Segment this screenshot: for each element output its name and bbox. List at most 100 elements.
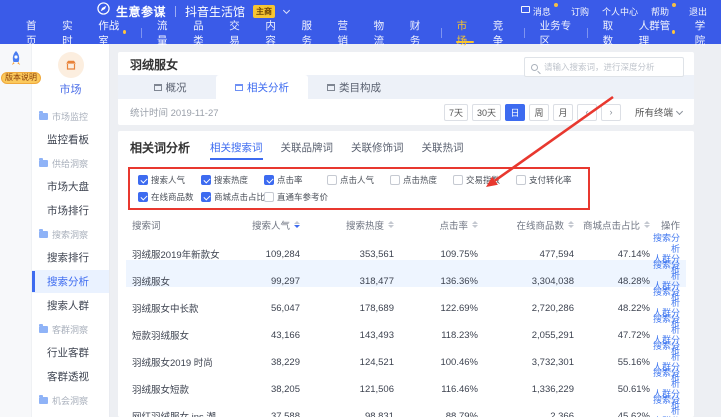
action-link[interactable]: 搜索分析	[650, 314, 680, 335]
nav-separator	[524, 28, 525, 38]
nav-item-1[interactable]: 实时	[52, 22, 88, 44]
checkbox-icon[interactable]	[390, 175, 400, 185]
checkbox-checked-icon[interactable]	[138, 175, 148, 185]
date-button-1[interactable]: 30天	[472, 104, 501, 121]
metric-checkbox[interactable]: 点击率	[264, 174, 327, 186]
sidebar-item[interactable]: 监控看板	[32, 128, 109, 151]
sidebar-group-3[interactable]: 客群洞察	[32, 318, 109, 340]
sidebar-item[interactable]: 市场大盘	[32, 175, 109, 198]
nav-item-4[interactable]: 品类	[183, 22, 219, 44]
section-tab-3[interactable]: 关联热词	[422, 140, 464, 159]
sidebar-group-0[interactable]: 市场监控	[32, 105, 109, 127]
checkbox-icon[interactable]	[264, 192, 274, 202]
stat-row: 统计时间 2019-11-27 7天30天日周月‹› 所有终端	[118, 99, 694, 125]
account-item-0[interactable]: 消息	[521, 5, 558, 18]
sidebar-item[interactable]: 搜索人群	[32, 294, 109, 317]
action-link[interactable]: 搜索分析	[650, 368, 680, 389]
prev-page-button[interactable]: ‹	[577, 104, 597, 121]
nav-item-2[interactable]: 作战室	[88, 22, 136, 44]
metric-checkbox[interactable]: 搜索人气	[138, 174, 201, 186]
action-link[interactable]: 搜索分析	[650, 287, 680, 308]
metric-checkbox[interactable]: 商城点击占比	[201, 191, 264, 203]
keyword-tab-0[interactable]: 概况	[124, 75, 216, 99]
cell-value: 98,831	[300, 411, 394, 417]
action-link[interactable]: 搜索分析	[650, 260, 680, 281]
action-link[interactable]: 搜索分析	[650, 341, 680, 362]
column-header-5[interactable]: 商城点击占比	[574, 218, 650, 232]
sidebar-item[interactable]: 客群透视	[32, 365, 109, 388]
metric-checkbox[interactable]: 点击人气	[327, 174, 390, 186]
nav-item-16[interactable]: 学院	[685, 22, 721, 44]
nav-item-12[interactable]: 竞争	[483, 22, 519, 44]
nav-item-8[interactable]: 营销	[328, 22, 364, 44]
chevron-down-icon[interactable]	[283, 6, 290, 13]
cell-value: 3,304,038	[478, 276, 574, 287]
account-menu: 消息订购个人中心帮助退出	[521, 5, 707, 18]
terminal-filter[interactable]: 所有终端	[635, 105, 682, 119]
sidebar-group-2[interactable]: 搜索洞察	[32, 223, 109, 245]
metric-checkbox[interactable]: 在线商品数	[138, 191, 201, 203]
store-name[interactable]: 抖音生活馆	[185, 3, 245, 20]
metric-checkbox[interactable]: 交易指数	[453, 174, 516, 186]
nav-item-11[interactable]: 市场	[447, 22, 483, 44]
keyword-tab-1[interactable]: 相关分析	[216, 75, 308, 99]
version-badge[interactable]: 版本说明	[1, 72, 41, 84]
cell-keyword: 短款羽绒服女	[132, 328, 238, 342]
date-button-2[interactable]: 日	[505, 104, 525, 121]
sidebar-item[interactable]: 行业客群	[32, 341, 109, 364]
section-title: 相关词分析	[130, 139, 190, 156]
nav-item-5[interactable]: 交易	[219, 22, 255, 44]
next-page-button[interactable]: ›	[601, 104, 621, 121]
account-item-3[interactable]: 帮助	[651, 5, 676, 18]
metric-checkbox[interactable]: 支付转化率	[516, 174, 572, 186]
section-tab-1[interactable]: 关联品牌词	[281, 140, 334, 159]
cell-value: 1,336,229	[478, 384, 574, 395]
checkbox-checked-icon[interactable]	[201, 192, 211, 202]
brand-divider	[175, 6, 176, 17]
column-header-4[interactable]: 在线商品数	[478, 218, 574, 232]
sidebar-item[interactable]: 属性洞察	[32, 412, 109, 417]
nav-item-13[interactable]: 业务专区	[530, 22, 582, 44]
nav-item-10[interactable]: 财务	[400, 22, 436, 44]
section-tab-0[interactable]: 相关搜索词	[210, 140, 263, 159]
keyword-tab-2[interactable]: 类目构成	[308, 75, 400, 99]
nav-item-6[interactable]: 内容	[255, 22, 291, 44]
checkbox-checked-icon[interactable]	[264, 175, 274, 185]
table-row: 羽绒服女短款38,205121,506116.46%1,336,22950.61…	[126, 368, 686, 395]
date-button-3[interactable]: 周	[529, 104, 549, 121]
sidebar-item[interactable]: 市场排行	[32, 199, 109, 222]
checkbox-checked-icon[interactable]	[138, 192, 148, 202]
nav-item-0[interactable]: 首页	[16, 22, 52, 44]
sidebar-item[interactable]: 搜索分析	[32, 270, 109, 293]
nav-item-15[interactable]: 人群管理	[629, 22, 685, 44]
nav-item-7[interactable]: 服务	[291, 22, 327, 44]
metric-checkbox[interactable]: 点击热度	[390, 174, 453, 186]
nav-item-14[interactable]: 取数	[593, 22, 629, 44]
rocket-icon[interactable]	[7, 50, 25, 73]
action-link[interactable]: 搜索分析	[650, 395, 680, 416]
date-button-4[interactable]: 月	[553, 104, 573, 121]
account-item-2[interactable]: 个人中心	[602, 5, 638, 18]
checkbox-checked-icon[interactable]	[201, 175, 211, 185]
metric-checkbox[interactable]: 直通车参考价	[264, 191, 328, 203]
date-button-0[interactable]: 7天	[444, 104, 468, 121]
sidebar-item[interactable]: 搜索排行	[32, 246, 109, 269]
account-item-1[interactable]: 订购	[571, 5, 589, 18]
metric-checkbox[interactable]: 搜索热度	[201, 174, 264, 186]
column-header-2[interactable]: 搜索热度	[300, 218, 394, 232]
sidebar-group-1[interactable]: 供给洞察	[32, 152, 109, 174]
column-header-1[interactable]: 搜索人气	[238, 218, 300, 232]
search-input[interactable]	[542, 61, 677, 73]
checkbox-icon[interactable]	[327, 175, 337, 185]
checkbox-icon[interactable]	[516, 175, 526, 185]
sidebar-group-4[interactable]: 机会洞察	[32, 389, 109, 411]
checkbox-icon[interactable]	[453, 175, 463, 185]
nav-item-3[interactable]: 流量	[147, 22, 183, 44]
action-link[interactable]: 搜索分析	[650, 233, 680, 254]
nav-item-9[interactable]: 物流	[364, 22, 400, 44]
account-item-4[interactable]: 退出	[689, 5, 707, 18]
module-header[interactable]: 市场	[32, 52, 109, 97]
cell-value: 122.69%	[394, 303, 478, 314]
column-header-3[interactable]: 点击率	[394, 218, 478, 232]
section-tab-2[interactable]: 关联修饰词	[351, 140, 404, 159]
